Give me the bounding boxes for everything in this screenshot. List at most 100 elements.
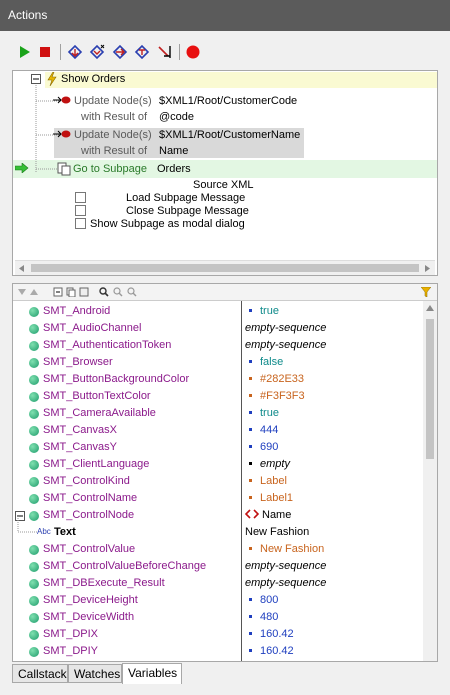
variable-row[interactable]: SMT_CanvasY 690 xyxy=(13,439,423,456)
subpage-value[interactable]: Orders xyxy=(157,163,191,175)
variable-row[interactable]: SMT_DeviceHeight 800 xyxy=(13,592,423,609)
variable-row[interactable]: SMT_DPIY 160.42 xyxy=(13,643,423,660)
variable-row[interactable]: SMT_AudioChannel empty-sequence xyxy=(13,320,423,337)
find-previous-icon[interactable] xyxy=(127,287,137,297)
variable-value[interactable]: empty-sequence xyxy=(245,339,326,351)
variable-row[interactable]: SMT_ControlKind Label xyxy=(13,473,423,490)
horizontal-scrollbar[interactable] xyxy=(15,260,435,275)
variable-value[interactable]: 160.42 xyxy=(245,628,294,640)
variable-value[interactable]: true xyxy=(245,305,279,317)
breakpoint-icon[interactable] xyxy=(184,43,202,61)
value-marker-icon xyxy=(249,444,252,448)
step-into-icon[interactable] xyxy=(66,43,84,61)
column-divider[interactable] xyxy=(241,301,242,661)
copy-value-icon[interactable] xyxy=(79,287,89,297)
variable-name: SMT_DeviceWidth xyxy=(43,611,135,623)
variable-value[interactable]: New Fashion xyxy=(245,543,324,555)
find-icon[interactable] xyxy=(99,287,109,297)
variable-row[interactable]: Abc Text New Fashion xyxy=(13,516,423,541)
variable-value[interactable]: Name xyxy=(244,509,291,521)
variable-icon xyxy=(29,545,39,555)
stop-icon[interactable] xyxy=(36,43,54,61)
variable-row[interactable]: SMT_Browser false xyxy=(13,354,423,371)
variable-value[interactable]: empty-sequence xyxy=(245,560,326,572)
load-subpage-message-checkbox[interactable]: Load Subpage Message xyxy=(75,192,245,204)
variable-name: SMT_ButtonBackgroundColor xyxy=(43,373,190,385)
close-subpage-message-checkbox[interactable]: Close Subpage Message xyxy=(75,205,249,217)
variable-value[interactable]: empty xyxy=(245,458,290,470)
vertical-scrollbar[interactable] xyxy=(423,301,437,661)
variable-row[interactable]: SMT_ControlNode Name xyxy=(13,507,423,524)
variable-value[interactable]: 480 xyxy=(245,611,278,623)
variable-row[interactable]: SMT_DPIX 160.42 xyxy=(13,626,423,643)
action-label[interactable]: Update Node(s) xyxy=(74,95,152,107)
variable-value[interactable]: 160.42 xyxy=(245,645,294,657)
move-down-icon[interactable] xyxy=(18,289,26,295)
variable-icon xyxy=(29,494,39,504)
find-next-icon[interactable] xyxy=(113,287,123,297)
scrollbar-thumb[interactable] xyxy=(31,264,419,272)
variable-value[interactable]: true xyxy=(245,407,279,419)
action-label[interactable]: Update Node(s) xyxy=(74,129,152,141)
value-text: 480 xyxy=(260,611,279,623)
variable-row[interactable]: SMT_Android true xyxy=(13,303,423,320)
tab-variables[interactable]: Variables xyxy=(122,663,182,684)
variable-value[interactable]: empty-sequence xyxy=(245,322,326,334)
variable-icon xyxy=(29,647,39,657)
variable-row[interactable]: SMT_ControlName Label1 xyxy=(13,490,423,507)
value-text: 160.42 xyxy=(260,645,294,657)
variable-value[interactable]: Label xyxy=(245,475,287,487)
variable-value[interactable]: empty-sequence xyxy=(245,577,326,589)
value-marker-icon xyxy=(249,308,252,312)
result-value[interactable]: Name xyxy=(159,145,188,157)
result-label: with Result of xyxy=(81,111,148,123)
variable-value[interactable]: New Fashion xyxy=(245,526,309,538)
filter-icon[interactable] xyxy=(421,287,431,297)
tab-callstack[interactable]: Callstack xyxy=(12,664,68,683)
variable-row[interactable]: SMT_DBExecute_Result empty-sequence xyxy=(13,575,423,592)
option-label: Close Subpage Message xyxy=(126,205,249,217)
variable-value[interactable]: #F3F3F3 xyxy=(245,390,305,402)
skip-icon[interactable] xyxy=(156,43,174,61)
checkbox-icon[interactable] xyxy=(75,205,86,216)
variable-row[interactable]: SMT_ButtonTextColor #F3F3F3 xyxy=(13,388,423,405)
scroll-up-icon[interactable] xyxy=(426,305,434,311)
variable-row[interactable]: SMT_CanvasX 444 xyxy=(13,422,423,439)
action-value[interactable]: $XML1/Root/CustomerCode xyxy=(159,95,297,107)
value-text: 444 xyxy=(260,424,279,436)
action-value[interactable]: $XML1/Root/CustomerName xyxy=(159,129,300,141)
variable-value[interactable]: #282E33 xyxy=(245,373,304,385)
result-value[interactable]: @code xyxy=(159,111,194,123)
tab-watches[interactable]: Watches xyxy=(68,664,122,683)
scroll-right-icon[interactable] xyxy=(425,265,431,272)
variable-row[interactable]: SMT_ButtonBackgroundColor #282E33 xyxy=(13,371,423,388)
subpage-label[interactable]: Go to Subpage xyxy=(73,163,147,175)
variable-value[interactable]: 444 xyxy=(245,424,278,436)
variable-row[interactable]: SMT_ClientLanguage empty xyxy=(13,456,423,473)
collapse-all-icon[interactable] xyxy=(53,287,63,297)
variable-value[interactable]: Label1 xyxy=(245,492,293,504)
move-up-icon[interactable] xyxy=(30,289,38,295)
variable-row[interactable]: SMT_AuthenticationToken empty-sequence xyxy=(13,337,423,354)
variable-row[interactable]: SMT_CameraAvailable true xyxy=(13,405,423,422)
run-icon[interactable] xyxy=(16,43,34,61)
variable-value[interactable]: 690 xyxy=(245,441,278,453)
checkbox-icon[interactable] xyxy=(75,192,86,203)
value-text: true xyxy=(260,305,279,317)
step-out-icon[interactable] xyxy=(88,43,106,61)
step-over-icon[interactable] xyxy=(111,43,129,61)
step-next-icon[interactable] xyxy=(133,43,151,61)
variable-name: SMT_ControlValueBeforeChange xyxy=(43,560,207,572)
show-subpage-modal-checkbox[interactable]: Show Subpage as modal dialog xyxy=(75,218,245,230)
checkbox-icon[interactable] xyxy=(75,218,86,229)
scrollbar-thumb[interactable] xyxy=(426,319,434,459)
variable-value[interactable]: false xyxy=(245,356,283,368)
copy-icon[interactable] xyxy=(66,287,76,297)
variable-icon xyxy=(29,392,39,402)
scroll-left-icon[interactable] xyxy=(19,265,25,272)
variable-value[interactable]: 800 xyxy=(245,594,278,606)
variable-row[interactable]: SMT_DeviceWidth 480 xyxy=(13,609,423,626)
variable-row[interactable]: SMT_ControlValueBeforeChange empty-sequen… xyxy=(13,558,423,575)
value-text: Label1 xyxy=(260,492,294,504)
variable-row[interactable]: SMT_ControlValue New Fashion xyxy=(13,541,423,558)
